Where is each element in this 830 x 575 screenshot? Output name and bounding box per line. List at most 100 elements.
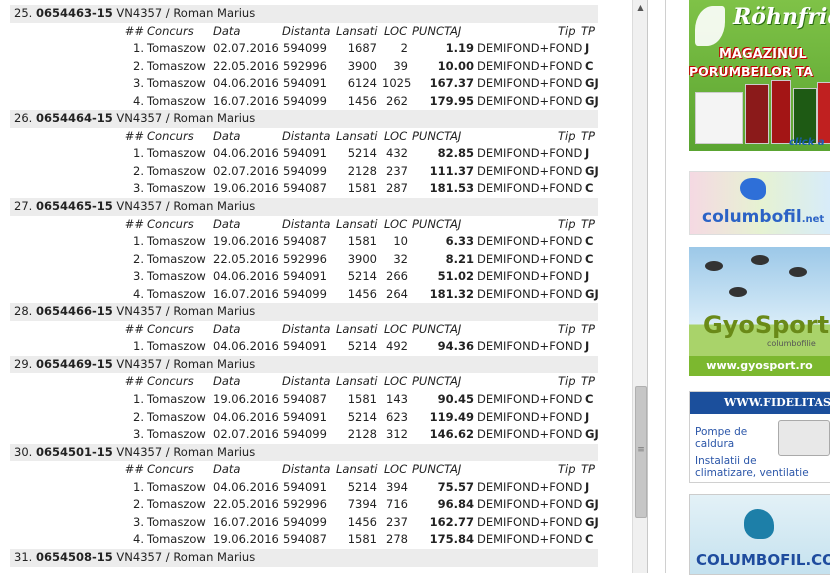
results-column-header: ## Concurs Data Distanta Lansati LOC PUNCTAJ Ti… [10,461,598,479]
result-n: 3. [133,181,144,196]
ad-rohnfried-line2: PORUMBEILOR TA [689,64,814,79]
result-loc: 278 [386,532,408,547]
scroll-thumb[interactable]: ≡ [635,386,647,518]
bird-ring: 0654464-15 [35,111,113,126]
ad-columbofil-com-banner[interactable]: COLUMBOFIL.COM [689,494,830,575]
column-header-lansati: Lansati [336,321,378,336]
ad-rohnfried-banner[interactable]: Röhnfrie MAGAZINUL PORUMBEILOR TA click … [689,0,830,151]
air-conditioner-icon [778,420,830,456]
result-distanta: 594087 [283,234,327,249]
result-row: 1. Tomaszow 04.06.2016 594091 5214 432 82.85 DE… [10,145,598,163]
result-concurs: Tomaszow [147,392,206,407]
result-tp: J [585,339,590,354]
result-tp: C [585,251,594,266]
column-header-loc: LOC [384,462,408,477]
result-tip: DEMIFOND+FOND [477,479,583,494]
bird-owner: VN4357 / Roman Marius [116,444,256,459]
result-tip: DEMIFOND+FOND [477,286,583,301]
result-data: 04.06.2016 [213,339,279,354]
result-n: 1. [133,146,144,161]
result-punctaj: 6.33 [445,234,474,249]
result-data: 04.06.2016 [213,479,279,494]
result-loc: 39 [393,58,408,73]
result-loc: 394 [386,479,408,494]
result-distanta: 594087 [283,181,327,196]
result-row: 3. Tomaszow 02.07.2016 594099 2128 312 146.62 D… [10,426,599,444]
result-tip: DEMIFOND+FOND [477,76,583,91]
result-tip: DEMIFOND+FOND [477,427,583,442]
column-header-concurs: Concurs [147,216,194,231]
column-header-num: ## [124,374,144,389]
product-bottle-icon [771,80,791,144]
bird-header: 30. 0654501-15 VN4357 / Roman Marius [10,443,598,462]
result-n: 3. [133,427,144,442]
result-data: 16.07.2016 [213,514,279,529]
column-header-concurs: Concurs [147,374,194,389]
result-tip: DEMIFOND+FOND [477,339,583,354]
result-loc: 237 [386,163,408,178]
bird-header: 25. 0654463-15 VN4357 / Roman Marius [10,5,598,23]
result-n: 1. [133,392,144,407]
column-header-tp: TP [581,374,595,389]
result-n: 2. [133,163,144,178]
result-data: 04.06.2016 [213,146,279,161]
results-column-header: ## Concurs Data Distanta Lansati LOC PUNCTAJ Ti… [10,23,598,41]
result-distanta: 594099 [283,427,327,442]
result-loc: 287 [386,181,408,196]
result-row: 2. Tomaszow 22.05.2016 592996 3900 39 10.00 DEM… [10,58,598,76]
ad-columbofil-com-brand: COLUMBOFIL.COM [696,551,830,569]
column-header-tp: TP [581,216,595,231]
result-tp: J [585,269,590,284]
result-concurs: Tomaszow [147,427,206,442]
results-column-header: ## Concurs Data Distanta Lansati LOC PUNCTAJ Ti… [10,216,598,234]
result-distanta: 592996 [283,58,327,73]
result-n: 4. [133,93,144,108]
result-data: 02.07.2016 [213,41,279,56]
result-data: 19.06.2016 [213,234,279,249]
product-bottle-icon [793,88,817,144]
vertical-scrollbar[interactable]: ▲ ≡ [632,0,647,573]
result-distanta: 594091 [283,146,327,161]
column-header-num: ## [124,321,144,336]
result-loc: 262 [386,93,408,108]
column-header-tp: TP [581,462,595,477]
result-n: 1. [133,479,144,494]
result-lansati: 1456 [347,514,377,529]
result-tip: DEMIFOND+FOND [477,58,583,73]
result-tp: C [585,532,594,547]
ad-gyosport-banner[interactable]: GyoSport columbofilie www.gyosport.ro [689,247,830,376]
result-punctaj: 90.45 [437,392,474,407]
result-tp: J [585,41,590,56]
result-lansati: 5214 [347,479,377,494]
column-header-distanta: Distanta [282,462,331,477]
result-concurs: Tomaszow [147,514,206,529]
result-distanta: 594099 [283,93,327,108]
result-tip: DEMIFOND+FOND [477,514,583,529]
result-data: 04.06.2016 [213,409,279,424]
ad-columbofil-net-brand: columbofil.net [702,207,825,227]
result-row: 3. Tomaszow 16.07.2016 594099 1456 237 162.77 D… [10,514,599,532]
ad-fidelitas-banner[interactable]: WWW.FIDELITAS.R Pompe de caldura Instala… [689,391,830,483]
bird-index: 28. [14,304,33,319]
result-concurs: Tomaszow [147,251,206,266]
result-distanta: 594091 [283,76,327,91]
result-tp: C [585,234,594,249]
result-data: 22.05.2016 [213,58,279,73]
bird-header: 28. 0654466-15 VN4357 / Roman Marius [10,303,598,321]
bird-index: 27. [14,199,33,214]
result-punctaj: 146.62 [429,427,474,442]
result-tp: C [585,58,594,73]
bird-ring: 0654469-15 [35,356,113,371]
scroll-up-arrow-icon[interactable]: ▲ [633,0,647,16]
column-header-loc: LOC [384,128,408,143]
column-header-data: Data [213,23,241,38]
column-header-num: ## [124,23,144,38]
result-n: 1. [133,234,144,249]
column-header-tip: Tip [558,128,576,143]
result-punctaj: 8.21 [445,251,474,266]
result-row: 4. Tomaszow 19.06.2016 594087 1581 278 175.84 D… [10,531,598,549]
result-punctaj: 94.36 [437,339,474,354]
ad-columbofil-net-banner[interactable]: columbofil.net [689,171,830,235]
ad-rohnfried-cta: click a [789,137,825,148]
results-column-header: ## Concurs Data Distanta Lansati LOC PUNCTAJ Ti… [10,373,598,391]
